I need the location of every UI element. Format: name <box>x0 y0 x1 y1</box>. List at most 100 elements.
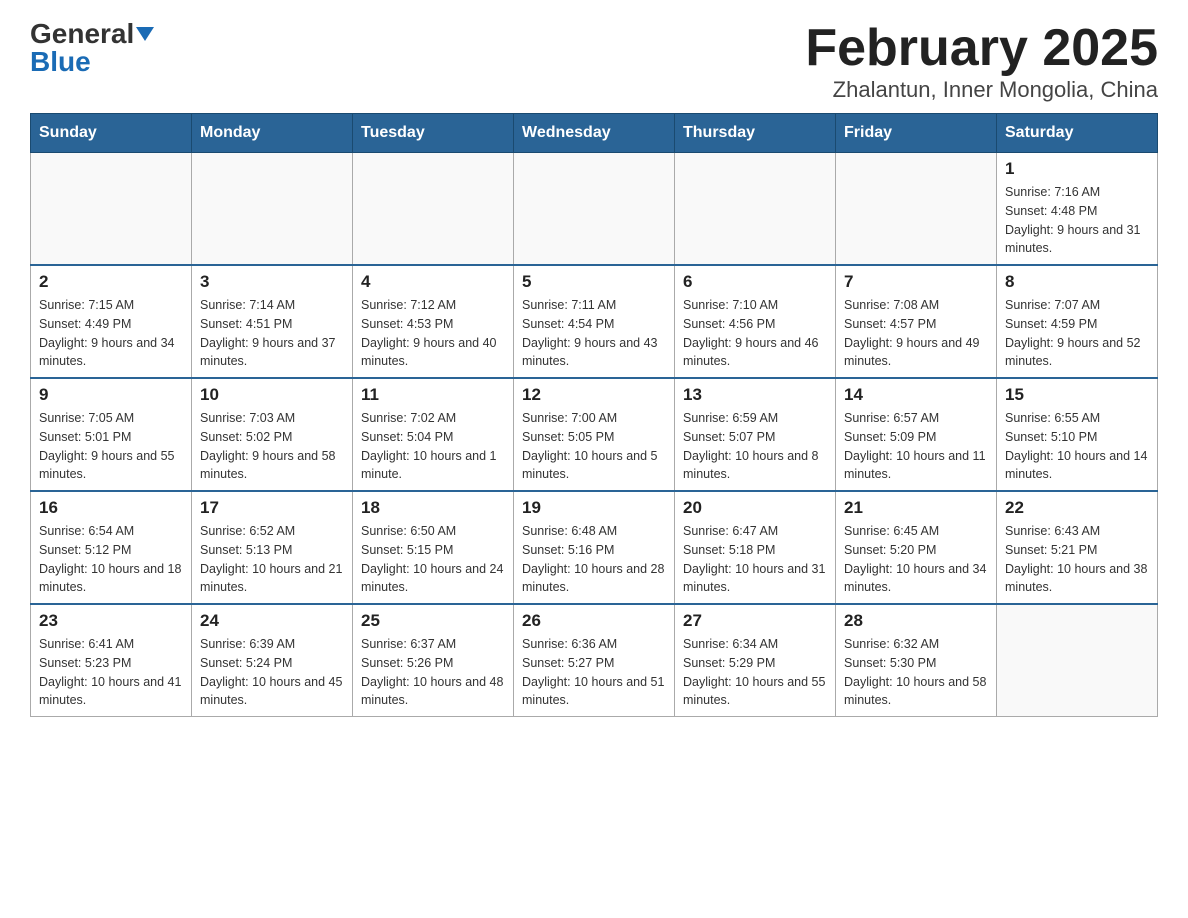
day-number: 27 <box>683 611 827 631</box>
day-info: Sunrise: 7:10 AM Sunset: 4:56 PM Dayligh… <box>683 296 827 371</box>
calendar-week-row: 9Sunrise: 7:05 AM Sunset: 5:01 PM Daylig… <box>31 378 1158 491</box>
table-row <box>514 153 675 266</box>
table-row: 16Sunrise: 6:54 AM Sunset: 5:12 PM Dayli… <box>31 491 192 604</box>
calendar-week-row: 23 Sunrise: 6:41 AM Sunset: 5:23 PM Dayli… <box>31 604 1158 717</box>
col-thursday: Thursday <box>675 114 836 153</box>
day-number: 1 <box>1005 159 1149 179</box>
day-info: Sunrise: 7:05 AM Sunset: 5:01 PM Dayligh… <box>39 409 183 484</box>
col-friday: Friday <box>836 114 997 153</box>
day-info: Sunrise: 7:02 AM Sunset: 5:04 PM Dayligh… <box>361 409 505 484</box>
day-info: Sunrise: 6:50 AM Sunset: 5:15 PM Dayligh… <box>361 522 505 597</box>
calendar-subtitle: Zhalantun, Inner Mongolia, China <box>805 77 1158 103</box>
table-row: 8 Sunrise: 7:07 AM Sunset: 4:59 PM Daylig… <box>997 265 1158 378</box>
table-row <box>353 153 514 266</box>
calendar-table: Sunday Monday Tuesday Wednesday Thursday… <box>30 113 1158 717</box>
table-row <box>675 153 836 266</box>
day-info: Sunrise: 6:39 AM Sunset: 5:24 PM Dayligh… <box>200 635 344 710</box>
table-row: 27 Sunrise: 6:34 AM Sunset: 5:29 PM Dayli… <box>675 604 836 717</box>
table-row <box>836 153 997 266</box>
table-row: 9Sunrise: 7:05 AM Sunset: 5:01 PM Daylig… <box>31 378 192 491</box>
table-row: 13 Sunrise: 6:59 AM Sunset: 5:07 PM Dayli… <box>675 378 836 491</box>
day-number: 16 <box>39 498 183 518</box>
logo-blue: Blue <box>30 48 91 76</box>
day-number: 11 <box>361 385 505 405</box>
day-number: 8 <box>1005 272 1149 292</box>
day-number: 5 <box>522 272 666 292</box>
day-info: Sunrise: 6:57 AM Sunset: 5:09 PM Dayligh… <box>844 409 988 484</box>
table-row: 28 Sunrise: 6:32 AM Sunset: 5:30 PM Dayli… <box>836 604 997 717</box>
day-number: 6 <box>683 272 827 292</box>
table-row: 21 Sunrise: 6:45 AM Sunset: 5:20 PM Dayli… <box>836 491 997 604</box>
table-row: 11 Sunrise: 7:02 AM Sunset: 5:04 PM Dayli… <box>353 378 514 491</box>
logo: General Blue <box>30 20 154 76</box>
day-info: Sunrise: 7:08 AM Sunset: 4:57 PM Dayligh… <box>844 296 988 371</box>
table-row: 6 Sunrise: 7:10 AM Sunset: 4:56 PM Daylig… <box>675 265 836 378</box>
day-info: Sunrise: 6:45 AM Sunset: 5:20 PM Dayligh… <box>844 522 988 597</box>
day-info: Sunrise: 7:00 AM Sunset: 5:05 PM Dayligh… <box>522 409 666 484</box>
logo-general: General <box>30 20 134 48</box>
day-info: Sunrise: 6:59 AM Sunset: 5:07 PM Dayligh… <box>683 409 827 484</box>
day-info: Sunrise: 6:36 AM Sunset: 5:27 PM Dayligh… <box>522 635 666 710</box>
table-row: 7 Sunrise: 7:08 AM Sunset: 4:57 PM Daylig… <box>836 265 997 378</box>
calendar-title: February 2025 <box>805 20 1158 77</box>
day-number: 26 <box>522 611 666 631</box>
table-row: 18 Sunrise: 6:50 AM Sunset: 5:15 PM Dayli… <box>353 491 514 604</box>
calendar-week-row: 2 Sunrise: 7:15 AM Sunset: 4:49 PM Daylig… <box>31 265 1158 378</box>
table-row: 26 Sunrise: 6:36 AM Sunset: 5:27 PM Dayli… <box>514 604 675 717</box>
calendar-week-row: 1 Sunrise: 7:16 AM Sunset: 4:48 PM Daylig… <box>31 153 1158 266</box>
day-number: 13 <box>683 385 827 405</box>
day-number: 25 <box>361 611 505 631</box>
day-number: 3 <box>200 272 344 292</box>
day-number: 10 <box>200 385 344 405</box>
day-info: Sunrise: 6:34 AM Sunset: 5:29 PM Dayligh… <box>683 635 827 710</box>
table-row: 15Sunrise: 6:55 AM Sunset: 5:10 PM Dayli… <box>997 378 1158 491</box>
day-info: Sunrise: 7:12 AM Sunset: 4:53 PM Dayligh… <box>361 296 505 371</box>
day-number: 17 <box>200 498 344 518</box>
day-number: 12 <box>522 385 666 405</box>
page-header: General Blue February 2025 Zhalantun, In… <box>30 20 1158 103</box>
table-row: 25 Sunrise: 6:37 AM Sunset: 5:26 PM Dayli… <box>353 604 514 717</box>
table-row: 17 Sunrise: 6:52 AM Sunset: 5:13 PM Dayli… <box>192 491 353 604</box>
day-number: 18 <box>361 498 505 518</box>
table-row: 3 Sunrise: 7:14 AM Sunset: 4:51 PM Daylig… <box>192 265 353 378</box>
calendar-week-row: 16Sunrise: 6:54 AM Sunset: 5:12 PM Dayli… <box>31 491 1158 604</box>
day-info: Sunrise: 7:16 AM Sunset: 4:48 PM Dayligh… <box>1005 183 1149 258</box>
table-row <box>31 153 192 266</box>
title-block: February 2025 Zhalantun, Inner Mongolia,… <box>805 20 1158 103</box>
day-info: Sunrise: 7:14 AM Sunset: 4:51 PM Dayligh… <box>200 296 344 371</box>
day-info: Sunrise: 7:15 AM Sunset: 4:49 PM Dayligh… <box>39 296 183 371</box>
day-number: 28 <box>844 611 988 631</box>
day-number: 24 <box>200 611 344 631</box>
day-number: 22 <box>1005 498 1149 518</box>
col-wednesday: Wednesday <box>514 114 675 153</box>
table-row: 10 Sunrise: 7:03 AM Sunset: 5:02 PM Dayli… <box>192 378 353 491</box>
day-number: 19 <box>522 498 666 518</box>
day-number: 4 <box>361 272 505 292</box>
table-row: 4 Sunrise: 7:12 AM Sunset: 4:53 PM Daylig… <box>353 265 514 378</box>
day-number: 14 <box>844 385 988 405</box>
table-row: 5Sunrise: 7:11 AM Sunset: 4:54 PM Daylig… <box>514 265 675 378</box>
day-number: 23 <box>39 611 183 631</box>
day-info: Sunrise: 6:32 AM Sunset: 5:30 PM Dayligh… <box>844 635 988 710</box>
table-row: 20 Sunrise: 6:47 AM Sunset: 5:18 PM Dayli… <box>675 491 836 604</box>
day-info: Sunrise: 6:47 AM Sunset: 5:18 PM Dayligh… <box>683 522 827 597</box>
day-info: Sunrise: 7:07 AM Sunset: 4:59 PM Dayligh… <box>1005 296 1149 371</box>
table-row: 24 Sunrise: 6:39 AM Sunset: 5:24 PM Dayli… <box>192 604 353 717</box>
day-info: Sunrise: 6:52 AM Sunset: 5:13 PM Dayligh… <box>200 522 344 597</box>
day-number: 21 <box>844 498 988 518</box>
day-info: Sunrise: 6:43 AM Sunset: 5:21 PM Dayligh… <box>1005 522 1149 597</box>
table-row: 19 Sunrise: 6:48 AM Sunset: 5:16 PM Dayli… <box>514 491 675 604</box>
day-info: Sunrise: 6:55 AM Sunset: 5:10 PM Dayligh… <box>1005 409 1149 484</box>
day-info: Sunrise: 6:37 AM Sunset: 5:26 PM Dayligh… <box>361 635 505 710</box>
col-monday: Monday <box>192 114 353 153</box>
day-info: Sunrise: 6:41 AM Sunset: 5:23 PM Dayligh… <box>39 635 183 710</box>
day-info: Sunrise: 7:03 AM Sunset: 5:02 PM Dayligh… <box>200 409 344 484</box>
table-row <box>192 153 353 266</box>
day-number: 2 <box>39 272 183 292</box>
day-number: 20 <box>683 498 827 518</box>
col-saturday: Saturday <box>997 114 1158 153</box>
day-number: 7 <box>844 272 988 292</box>
day-info: Sunrise: 6:48 AM Sunset: 5:16 PM Dayligh… <box>522 522 666 597</box>
table-row: 14 Sunrise: 6:57 AM Sunset: 5:09 PM Dayli… <box>836 378 997 491</box>
calendar-header-row: Sunday Monday Tuesday Wednesday Thursday… <box>31 114 1158 153</box>
